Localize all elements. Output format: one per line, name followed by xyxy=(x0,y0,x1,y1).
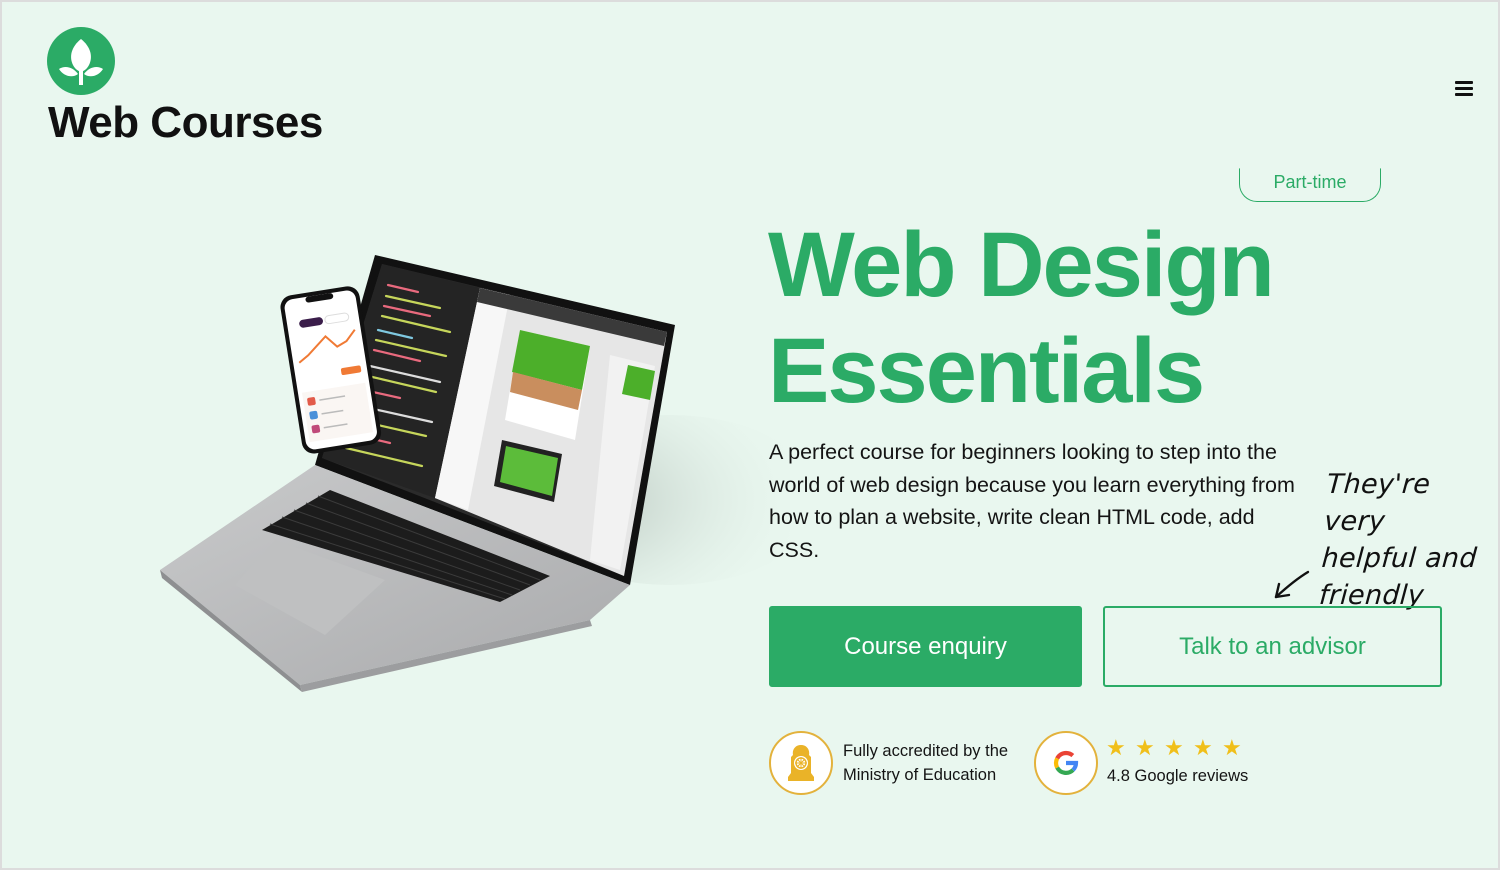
star-icon: ★ xyxy=(1164,735,1184,760)
google-reviews-text[interactable]: 4.8 Google reviews xyxy=(1107,764,1248,788)
hand-drawn-arrow-icon xyxy=(1274,570,1310,599)
google-g-icon xyxy=(1053,750,1079,775)
ministry-emblem-icon xyxy=(788,745,814,781)
note-line-1: They're very xyxy=(1323,469,1432,537)
accreditation-line-2: Ministry of Education xyxy=(843,766,997,784)
laptop-phone-illustration xyxy=(150,240,820,710)
title-line-1: Web Design xyxy=(768,214,1275,316)
course-enquiry-button[interactable]: Course enquiry xyxy=(769,606,1082,687)
accreditation-badge xyxy=(769,731,833,795)
star-icon: ★ xyxy=(1135,735,1155,760)
google-reviews-badge[interactable] xyxy=(1034,731,1098,795)
part-time-badge: Part-time xyxy=(1239,168,1381,202)
talk-to-advisor-button[interactable]: Talk to an advisor xyxy=(1103,606,1442,687)
handwritten-note: They're very helpful and friendly xyxy=(1318,466,1498,614)
star-icon: ★ xyxy=(1106,735,1126,760)
hamburger-menu-icon[interactable] xyxy=(1452,78,1478,100)
star-icon: ★ xyxy=(1193,735,1213,760)
star-icon: ★ xyxy=(1222,735,1242,760)
title-line-2: Essentials xyxy=(768,320,1205,422)
leaf-sprout-icon xyxy=(59,39,103,85)
page-title: Web Design Essentials xyxy=(768,212,1275,424)
accreditation-text: Fully accredited by the Ministry of Educ… xyxy=(843,739,1008,787)
brand-name[interactable]: Web Courses xyxy=(48,98,323,148)
accreditation-line-1: Fully accredited by the xyxy=(843,742,1009,760)
logo-icon[interactable] xyxy=(47,27,115,95)
course-description: A perfect course for beginners looking t… xyxy=(769,440,1295,562)
badge-label: Part-time xyxy=(1273,172,1347,192)
star-rating: ★ ★ ★ ★ ★ xyxy=(1106,737,1243,759)
note-line-2: helpful and xyxy=(1320,543,1478,574)
